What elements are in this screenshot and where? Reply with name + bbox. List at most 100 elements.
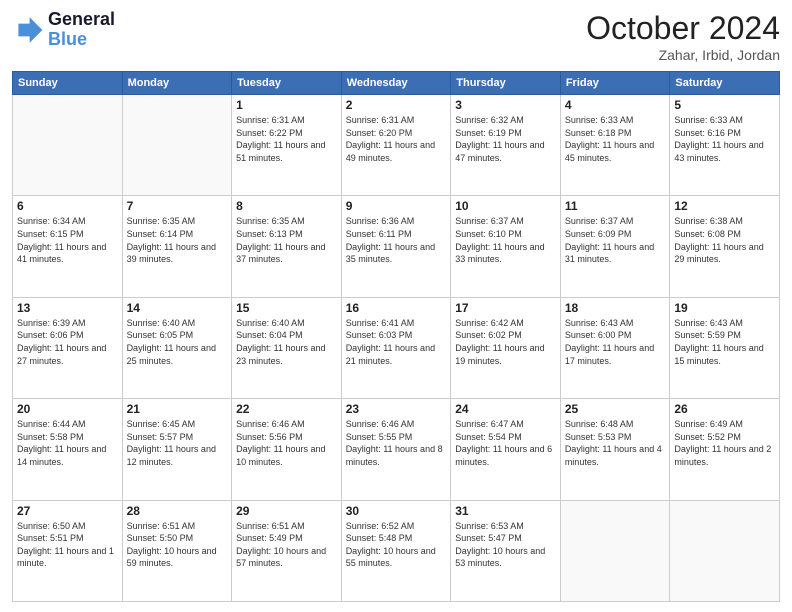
calendar-header-row: SundayMondayTuesdayWednesdayThursdayFrid… — [13, 72, 780, 95]
logo-line1: General — [48, 10, 115, 30]
day-number: 15 — [236, 301, 337, 315]
day-number: 9 — [346, 199, 447, 213]
day-number: 19 — [674, 301, 775, 315]
day-info: Sunrise: 6:40 AM Sunset: 6:04 PM Dayligh… — [236, 317, 337, 367]
day-info: Sunrise: 6:37 AM Sunset: 6:09 PM Dayligh… — [565, 215, 666, 265]
day-number: 26 — [674, 402, 775, 416]
logo: General Blue — [12, 10, 115, 50]
day-info: Sunrise: 6:35 AM Sunset: 6:14 PM Dayligh… — [127, 215, 228, 265]
calendar-cell — [122, 95, 232, 196]
calendar-cell: 21 Sunrise: 6:45 AM Sunset: 5:57 PM Dayli… — [122, 399, 232, 500]
calendar-cell: 3 Sunrise: 6:32 AM Sunset: 6:19 PM Daylig… — [451, 95, 561, 196]
week-row-3: 20 Sunrise: 6:44 AM Sunset: 5:58 PM Dayli… — [13, 399, 780, 500]
calendar-cell: 27 Sunrise: 6:50 AM Sunset: 5:51 PM Dayli… — [13, 500, 123, 601]
calendar-cell: 1 Sunrise: 6:31 AM Sunset: 6:22 PM Daylig… — [232, 95, 342, 196]
day-number: 23 — [346, 402, 447, 416]
day-info: Sunrise: 6:33 AM Sunset: 6:16 PM Dayligh… — [674, 114, 775, 164]
calendar-cell: 6 Sunrise: 6:34 AM Sunset: 6:15 PM Daylig… — [13, 196, 123, 297]
calendar-cell: 24 Sunrise: 6:47 AM Sunset: 5:54 PM Dayli… — [451, 399, 561, 500]
day-info: Sunrise: 6:43 AM Sunset: 6:00 PM Dayligh… — [565, 317, 666, 367]
day-info: Sunrise: 6:42 AM Sunset: 6:02 PM Dayligh… — [455, 317, 556, 367]
week-row-4: 27 Sunrise: 6:50 AM Sunset: 5:51 PM Dayli… — [13, 500, 780, 601]
calendar-cell: 16Sunrise: 6:41 AM Sunset: 6:03 PM Dayli… — [341, 297, 451, 398]
day-info: Sunrise: 6:40 AM Sunset: 6:05 PM Dayligh… — [127, 317, 228, 367]
calendar-cell: 15 Sunrise: 6:40 AM Sunset: 6:04 PM Dayli… — [232, 297, 342, 398]
calendar-cell: 20 Sunrise: 6:44 AM Sunset: 5:58 PM Dayli… — [13, 399, 123, 500]
day-number: 21 — [127, 402, 228, 416]
day-info: Sunrise: 6:46 AM Sunset: 5:55 PM Dayligh… — [346, 418, 447, 468]
day-info: Sunrise: 6:44 AM Sunset: 5:58 PM Dayligh… — [17, 418, 118, 468]
day-info: Sunrise: 6:53 AM Sunset: 5:47 PM Dayligh… — [455, 520, 556, 570]
day-number: 1 — [236, 98, 337, 112]
calendar-cell: 13 Sunrise: 6:39 AM Sunset: 6:06 PM Dayli… — [13, 297, 123, 398]
day-number: 3 — [455, 98, 556, 112]
day-number: 5 — [674, 98, 775, 112]
calendar-cell: 12 Sunrise: 6:38 AM Sunset: 6:08 PM Dayli… — [670, 196, 780, 297]
calendar-cell: 31Sunrise: 6:53 AM Sunset: 5:47 PM Dayli… — [451, 500, 561, 601]
day-header-sunday: Sunday — [13, 72, 123, 95]
day-info: Sunrise: 6:31 AM Sunset: 6:22 PM Dayligh… — [236, 114, 337, 164]
day-number: 17 — [455, 301, 556, 315]
day-info: Sunrise: 6:33 AM Sunset: 6:18 PM Dayligh… — [565, 114, 666, 164]
calendar-cell: 18 Sunrise: 6:43 AM Sunset: 6:00 PM Dayli… — [560, 297, 670, 398]
day-number: 16 — [346, 301, 447, 315]
day-header-monday: Monday — [122, 72, 232, 95]
day-info: Sunrise: 6:39 AM Sunset: 6:06 PM Dayligh… — [17, 317, 118, 367]
day-info: Sunrise: 6:34 AM Sunset: 6:15 PM Dayligh… — [17, 215, 118, 265]
day-number: 24 — [455, 402, 556, 416]
day-info: Sunrise: 6:46 AM Sunset: 5:56 PM Dayligh… — [236, 418, 337, 468]
day-header-friday: Friday — [560, 72, 670, 95]
day-number: 29 — [236, 504, 337, 518]
day-info: Sunrise: 6:49 AM Sunset: 5:52 PM Dayligh… — [674, 418, 775, 468]
day-number: 12 — [674, 199, 775, 213]
calendar-cell: 30 Sunrise: 6:52 AM Sunset: 5:48 PM Dayli… — [341, 500, 451, 601]
day-info: Sunrise: 6:32 AM Sunset: 6:19 PM Dayligh… — [455, 114, 556, 164]
calendar-cell: 19 Sunrise: 6:43 AM Sunset: 5:59 PM Dayli… — [670, 297, 780, 398]
day-info: Sunrise: 6:38 AM Sunset: 6:08 PM Dayligh… — [674, 215, 775, 265]
calendar-cell: 5 Sunrise: 6:33 AM Sunset: 6:16 PM Daylig… — [670, 95, 780, 196]
calendar-cell: 17 Sunrise: 6:42 AM Sunset: 6:02 PM Dayli… — [451, 297, 561, 398]
day-header-tuesday: Tuesday — [232, 72, 342, 95]
header: General Blue October 2024 Zahar, Irbid, … — [12, 10, 780, 63]
location: Zahar, Irbid, Jordan — [586, 47, 780, 63]
day-info: Sunrise: 6:45 AM Sunset: 5:57 PM Dayligh… — [127, 418, 228, 468]
calendar-cell: 14Sunrise: 6:40 AM Sunset: 6:05 PM Dayli… — [122, 297, 232, 398]
day-number: 18 — [565, 301, 666, 315]
day-number: 7 — [127, 199, 228, 213]
week-row-1: 6 Sunrise: 6:34 AM Sunset: 6:15 PM Daylig… — [13, 196, 780, 297]
day-info: Sunrise: 6:51 AM Sunset: 5:50 PM Dayligh… — [127, 520, 228, 570]
day-info: Sunrise: 6:36 AM Sunset: 6:11 PM Dayligh… — [346, 215, 447, 265]
day-header-saturday: Saturday — [670, 72, 780, 95]
day-number: 13 — [17, 301, 118, 315]
calendar-cell: 26 Sunrise: 6:49 AM Sunset: 5:52 PM Dayli… — [670, 399, 780, 500]
day-number: 11 — [565, 199, 666, 213]
calendar-cell — [13, 95, 123, 196]
day-info: Sunrise: 6:48 AM Sunset: 5:53 PM Dayligh… — [565, 418, 666, 468]
day-info: Sunrise: 6:47 AM Sunset: 5:54 PM Dayligh… — [455, 418, 556, 468]
calendar-cell: 9 Sunrise: 6:36 AM Sunset: 6:11 PM Daylig… — [341, 196, 451, 297]
logo-icon — [12, 14, 44, 46]
day-info: Sunrise: 6:50 AM Sunset: 5:51 PM Dayligh… — [17, 520, 118, 570]
calendar-cell: 22 Sunrise: 6:46 AM Sunset: 5:56 PM Dayli… — [232, 399, 342, 500]
day-number: 30 — [346, 504, 447, 518]
logo-line2: Blue — [48, 30, 115, 50]
week-row-2: 13 Sunrise: 6:39 AM Sunset: 6:06 PM Dayli… — [13, 297, 780, 398]
day-info: Sunrise: 6:37 AM Sunset: 6:10 PM Dayligh… — [455, 215, 556, 265]
calendar-cell: 28Sunrise: 6:51 AM Sunset: 5:50 PM Dayli… — [122, 500, 232, 601]
calendar-cell — [670, 500, 780, 601]
calendar-cell: 23 Sunrise: 6:46 AM Sunset: 5:55 PM Dayli… — [341, 399, 451, 500]
calendar-cell: 10 Sunrise: 6:37 AM Sunset: 6:10 PM Dayli… — [451, 196, 561, 297]
day-number: 6 — [17, 199, 118, 213]
calendar-cell: 7 Sunrise: 6:35 AM Sunset: 6:14 PM Daylig… — [122, 196, 232, 297]
day-info: Sunrise: 6:52 AM Sunset: 5:48 PM Dayligh… — [346, 520, 447, 570]
day-info: Sunrise: 6:43 AM Sunset: 5:59 PM Dayligh… — [674, 317, 775, 367]
calendar-cell: 8Sunrise: 6:35 AM Sunset: 6:13 PM Daylig… — [232, 196, 342, 297]
day-info: Sunrise: 6:35 AM Sunset: 6:13 PM Dayligh… — [236, 215, 337, 265]
day-info: Sunrise: 6:31 AM Sunset: 6:20 PM Dayligh… — [346, 114, 447, 164]
day-number: 20 — [17, 402, 118, 416]
day-number: 22 — [236, 402, 337, 416]
day-number: 10 — [455, 199, 556, 213]
calendar-cell: 29Sunrise: 6:51 AM Sunset: 5:49 PM Dayli… — [232, 500, 342, 601]
day-number: 2 — [346, 98, 447, 112]
day-number: 27 — [17, 504, 118, 518]
